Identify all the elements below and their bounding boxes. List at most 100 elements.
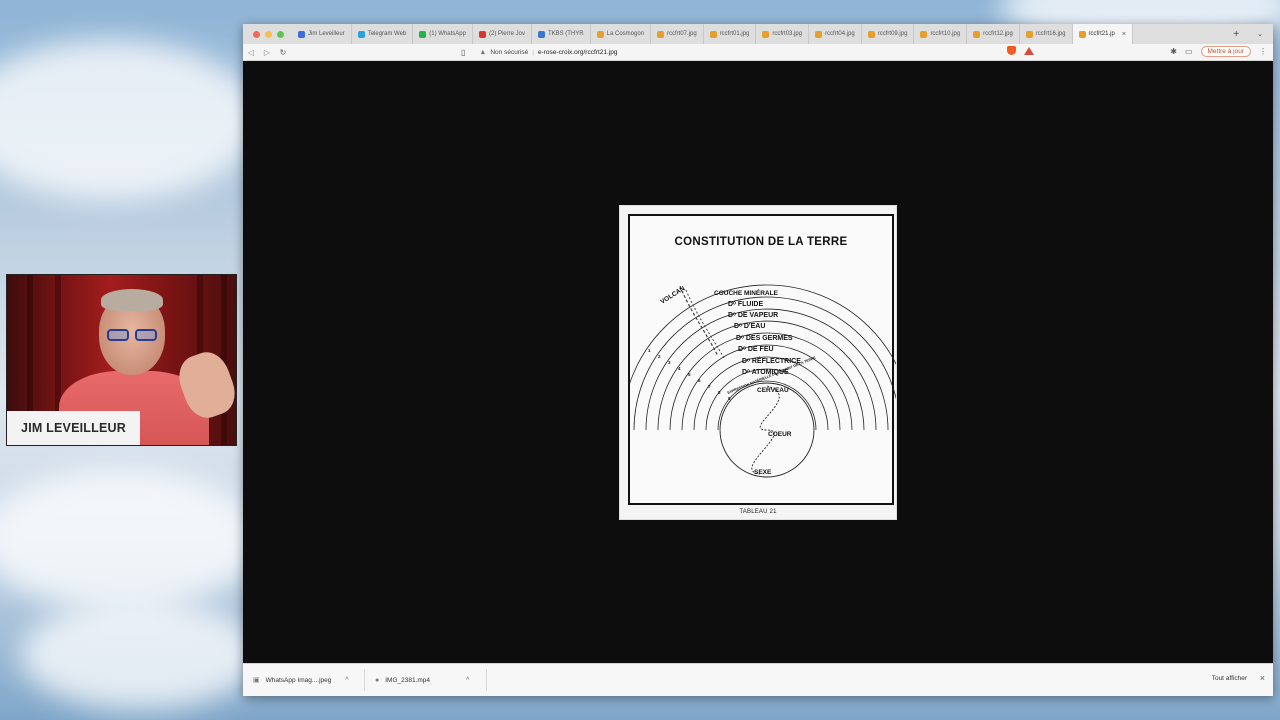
layer-number: 4: [678, 366, 681, 371]
volcano-label: VOLCAN: [659, 285, 686, 306]
sidebar-icon[interactable]: ▭: [1185, 47, 1193, 56]
window-controls: [243, 30, 292, 38]
browser-tab[interactable]: (2) Pierre Jov: [473, 24, 532, 44]
tab-label: rccfrt09.jpg: [877, 31, 908, 37]
url-text[interactable]: e-rose-croix.org/rccfrt21.jpg: [538, 49, 617, 56]
tab-favicon-icon: [973, 30, 981, 38]
tab-favicon-icon: [596, 30, 604, 38]
layer-number: 7: [708, 384, 711, 389]
browser-tab[interactable]: rccfrt09.jpg: [862, 24, 915, 44]
tab-bar: Jim Leveilleur Telegram Web (1) WhatsApp (2…: [243, 24, 1273, 44]
tab-favicon-icon: [657, 30, 664, 38]
tab-label: rccfrt12.jpg: [983, 31, 1013, 37]
tableau-frame: CONSTITUTION DE LA TERRE VOLCAN COUCHE M…: [628, 214, 896, 505]
browser-tab[interactable]: (1) WhatsApp: [413, 24, 473, 44]
new-tab-button[interactable]: +: [1225, 29, 1247, 40]
browser-tab[interactable]: rccfrt03.jpg: [756, 24, 810, 44]
tab-favicon-icon: [357, 30, 365, 38]
core-label-top: CERVEAU: [757, 387, 789, 394]
tab-favicon-icon: [762, 30, 770, 38]
presenter-name: JIM LEVEILLEUR: [7, 411, 140, 445]
layer-label: COUCHE MINÉRALE: [714, 288, 779, 297]
layer-number: 3: [668, 360, 671, 365]
browser-tab[interactable]: La Cosmogon: [591, 24, 651, 44]
image-file-icon: ▣: [253, 677, 260, 684]
download-bar: ▣ WhatsApp Imag....jpeg ^ ● IMG_2381.mp4…: [243, 663, 1273, 696]
tab-label: Jim Leveilleur: [308, 31, 345, 37]
webcam-overlay: JIM LEVEILLEUR: [6, 274, 237, 446]
back-arrow-icon[interactable]: ◁: [243, 48, 259, 57]
tab-favicon-icon: [298, 30, 305, 38]
volcano-channel-2: [685, 289, 725, 359]
extensions-icon[interactable]: ✱: [1170, 47, 1177, 56]
menu-icon[interactable]: ⋮: [1259, 47, 1267, 56]
show-all-downloads-button[interactable]: Tout afficher: [1212, 675, 1247, 682]
video-file-icon: ●: [375, 676, 380, 684]
layer-number: 6: [698, 378, 701, 383]
update-button[interactable]: Mettre à jour: [1200, 46, 1251, 57]
browser-tab[interactable]: TKBS (THYR: [532, 24, 591, 44]
figure-eight-path: [751, 385, 780, 475]
layer-label: Dᵒ DES GERMES: [736, 335, 793, 342]
tab-favicon-icon: [920, 30, 928, 38]
browser-tab[interactable]: rccfrt01.jpg: [704, 24, 757, 44]
browser-tab[interactable]: rccfrt16.jpg: [1020, 24, 1073, 44]
close-icon[interactable]: ×: [1260, 673, 1265, 683]
browser-tab[interactable]: rccfrt12.jpg: [967, 24, 1020, 44]
layer-label: Dᵒ RÉFLECTRICE: [742, 356, 801, 365]
maximize-window-button[interactable]: [277, 30, 284, 38]
tab-favicon-icon: [709, 30, 717, 38]
tab-label: rccfrt16.jpg: [1035, 31, 1066, 37]
toolbar-actions: [1007, 46, 1034, 55]
close-window-button[interactable]: [253, 30, 260, 38]
tab-search-chevron-icon[interactable]: ⌄: [1247, 30, 1273, 38]
tab-label: (2) Pierre Jov: [488, 31, 525, 37]
core-circle: [719, 382, 815, 478]
tableau-caption: TABLEAU 21: [739, 509, 777, 515]
layer-label: Dᵒ DE VAPEUR: [728, 312, 778, 319]
address-divider: |: [532, 49, 534, 56]
bookmark-icon[interactable]: ▯: [461, 48, 465, 57]
browser-tab[interactable]: rccfrt10.jpg: [914, 24, 968, 44]
tab-favicon-icon: [1078, 30, 1086, 38]
security-label: Non sécurisé: [490, 49, 529, 56]
layer-label: Dᵒ DE FEU: [738, 346, 774, 353]
core-label-middle: COEUR: [768, 431, 792, 438]
reload-icon[interactable]: ↻: [275, 48, 291, 57]
tab-favicon-icon: [1025, 30, 1033, 38]
download-item-video[interactable]: ● IMG_2381.mp4 ^: [365, 669, 487, 691]
toolbar-actions-right: ✱ ▭ Mettre à jour ⋮: [1170, 46, 1267, 57]
layer-number: 5: [688, 372, 691, 377]
download-filename: WhatsApp Imag....jpeg: [265, 676, 332, 684]
tab-strip: Jim Leveilleur Telegram Web (1) WhatsApp (2…: [292, 24, 1225, 44]
browser-tab[interactable]: Jim Leveilleur: [292, 24, 352, 44]
core-label-bottom: SEXE: [754, 469, 772, 476]
layer-number: 2: [658, 354, 661, 359]
warning-icon[interactable]: ▲: [479, 49, 486, 56]
tab-favicon-icon: [478, 30, 486, 38]
tab-favicon-icon: [537, 30, 545, 38]
address-toolbar: ◁ ▷ ↻ ▯ ▲ Non sécurisé | e-rose-croix.or…: [243, 44, 1273, 61]
tableau-image[interactable]: CONSTITUTION DE LA TERRE VOLCAN COUCHE M…: [619, 205, 897, 520]
minimize-window-button[interactable]: [265, 30, 272, 38]
download-filename: IMG_2381.mp4: [385, 676, 431, 684]
chevron-up-icon[interactable]: ^: [466, 677, 469, 684]
person-hair: [101, 289, 163, 311]
browser-tab[interactable]: Telegram Web: [352, 24, 414, 44]
browser-tab[interactable]: rccfrt07.jpg: [651, 24, 704, 44]
tab-label: rccfrt03.jpg: [772, 31, 803, 37]
download-item-whatsapp[interactable]: ▣ WhatsApp Imag....jpeg ^: [243, 669, 365, 691]
forward-arrow-icon[interactable]: ▷: [259, 48, 275, 57]
tab-label: rccfrt07.jpg: [667, 31, 697, 37]
tab-label: Telegram Web: [367, 31, 407, 37]
chevron-up-icon[interactable]: ^: [345, 677, 348, 684]
brave-shield-icon[interactable]: [1007, 46, 1016, 55]
address-bar[interactable]: ▯ ▲ Non sécurisé | e-rose-croix.org/rccf…: [461, 45, 617, 60]
layer-label: Dᵒ FLUIDE: [728, 301, 763, 308]
tab-label: La Cosmogon: [606, 31, 644, 37]
browser-tab[interactable]: rccfrt04.jpg: [809, 24, 862, 44]
brave-rewards-icon[interactable]: [1024, 46, 1034, 55]
tab-close-icon[interactable]: ×: [1122, 31, 1126, 38]
volcano-channel: [679, 285, 719, 357]
browser-tab[interactable]: rccfrt21.jp ×: [1072, 24, 1133, 44]
